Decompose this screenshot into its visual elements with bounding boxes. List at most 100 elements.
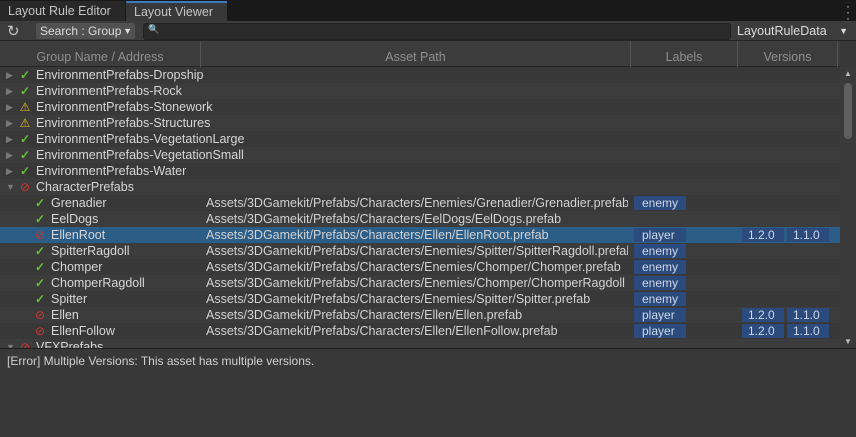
tree-row[interactable]: ✓ ChomperRagdoll Assets/3DGamekit/Prefabs/…: [0, 275, 840, 291]
tree-row[interactable]: ⊘ Ellen Assets/3DGamekit/Prefabs/Character…: [0, 307, 840, 323]
column-asset-path[interactable]: Asset Path: [201, 41, 631, 67]
expand-right-icon[interactable]: ▶: [6, 147, 13, 163]
tab-layout-viewer[interactable]: Layout Viewer: [126, 1, 227, 21]
status-err-icon: ⊘: [19, 340, 31, 348]
chevron-down-icon: ▼: [839, 26, 848, 36]
tree-row[interactable]: ▼ ⊘ VFXPrefabs: [0, 339, 840, 348]
tree-row[interactable]: ▶ ✓ EnvironmentPrefabs-VegetationSmall: [0, 147, 840, 163]
asset-path: Assets/3DGamekit/Prefabs/Characters/EelD…: [206, 212, 562, 226]
row-name: Chomper: [51, 260, 103, 274]
status-ok-icon: ✓: [19, 68, 31, 82]
label-badge: player: [634, 324, 686, 338]
search-mode-dropdown[interactable]: Search : Group ▼: [36, 23, 135, 39]
tree-row[interactable]: ✓ Spitter Assets/3DGamekit/Prefabs/Charact…: [0, 291, 840, 307]
scroll-down-icon[interactable]: ▼: [844, 337, 852, 346]
label-badge: enemy: [634, 244, 686, 258]
label-badge: player: [634, 308, 686, 322]
column-group-name[interactable]: Group Name / Address: [0, 41, 201, 67]
tree-row[interactable]: ✓ Grenadier Assets/3DGamekit/Prefabs/Chara…: [0, 195, 840, 211]
asset-path: Assets/3DGamekit/Prefabs/Characters/Elle…: [206, 228, 549, 242]
row-name: ChomperRagdoll: [51, 276, 145, 290]
asset-path: Assets/3DGamekit/Prefabs/Characters/Enem…: [206, 244, 628, 258]
expand-right-icon[interactable]: ▶: [6, 67, 13, 83]
row-name: EllenFollow: [51, 324, 115, 338]
scroll-up-icon[interactable]: ▲: [844, 69, 852, 78]
refresh-icon[interactable]: ↻: [7, 22, 20, 40]
label-badge: player: [634, 228, 686, 242]
version-badge: 1.1.0: [787, 308, 829, 322]
status-ok-icon: ✓: [34, 260, 46, 274]
tree-row[interactable]: ✓ SpitterRagdoll Assets/3DGamekit/Prefabs/…: [0, 243, 840, 259]
search-input[interactable]: 🔍: [143, 23, 731, 40]
expand-down-icon[interactable]: ▼: [6, 339, 15, 348]
column-versions[interactable]: Versions: [738, 41, 838, 67]
version-badge: 1.1.0: [787, 324, 829, 338]
tree-row[interactable]: ▼ ⊘ CharacterPrefabs: [0, 179, 840, 195]
version-badge: 1.1.0: [787, 228, 829, 242]
expand-right-icon[interactable]: ▶: [6, 115, 13, 131]
row-name: VFXPrefabs: [36, 340, 104, 348]
status-ok-icon: ✓: [19, 148, 31, 162]
label-badge: enemy: [634, 260, 686, 274]
tree-row[interactable]: ▶ ✓ EnvironmentPrefabs-Water: [0, 163, 840, 179]
tab-layout-rule-editor[interactable]: Layout Rule Editor: [0, 1, 125, 21]
status-ok-icon: ✓: [19, 164, 31, 178]
version-badge: 1.2.0: [742, 228, 784, 242]
row-name: EelDogs: [51, 212, 99, 226]
more-menu-icon[interactable]: · · ·: [846, 0, 850, 24]
row-name: SpitterRagdoll: [51, 244, 130, 258]
expand-right-icon[interactable]: ▶: [6, 99, 13, 115]
status-err-icon: ⊘: [19, 180, 31, 194]
label-badge: enemy: [634, 292, 686, 306]
row-name: EnvironmentPrefabs-VegetationSmall: [36, 148, 244, 162]
tree-row[interactable]: ▶ ✓ EnvironmentPrefabs-Dropship: [0, 67, 840, 83]
status-ok-icon: ✓: [19, 84, 31, 98]
asset-path: Assets/3DGamekit/Prefabs/Characters/Enem…: [206, 292, 591, 306]
status-err-icon: ⊘: [34, 324, 46, 338]
data-source-label: LayoutRuleData: [737, 24, 827, 38]
status-warn-icon: ⚠: [19, 116, 31, 130]
status-ok-icon: ✓: [34, 212, 46, 226]
data-source-dropdown[interactable]: LayoutRuleData ▼: [735, 22, 856, 40]
tree-row[interactable]: ▶ ⚠ EnvironmentPrefabs-Structures: [0, 115, 840, 131]
row-name: CharacterPrefabs: [36, 180, 134, 194]
tree-row[interactable]: ⊘ EllenFollow Assets/3DGamekit/Prefabs/Cha…: [0, 323, 840, 339]
asset-path: Assets/3DGamekit/Prefabs/Characters/Enem…: [206, 260, 621, 274]
tree-row[interactable]: ✓ Chomper Assets/3DGamekit/Prefabs/Charact…: [0, 259, 840, 275]
row-name: Spitter: [51, 292, 88, 306]
status-ok-icon: ✓: [34, 276, 46, 290]
expand-right-icon[interactable]: ▶: [6, 163, 13, 179]
column-header: Group Name / Address Asset Path Labels V…: [0, 41, 840, 67]
status-err-icon: ⊘: [34, 308, 46, 322]
asset-path: Assets/3DGamekit/Prefabs/Characters/Enem…: [206, 196, 628, 210]
status-ok-icon: ✓: [34, 196, 46, 210]
row-name: EnvironmentPrefabs-Stonework: [36, 100, 213, 114]
label-badge: enemy: [634, 276, 686, 290]
column-labels[interactable]: Labels: [631, 41, 738, 67]
row-name: Grenadier: [51, 196, 107, 210]
scrollbar[interactable]: ▲ ▼: [840, 67, 856, 348]
version-badge: 1.2.0: [742, 324, 784, 338]
tree-row[interactable]: ▶ ✓ EnvironmentPrefabs-VegetationLarge: [0, 131, 840, 147]
expand-down-icon[interactable]: ▼: [6, 179, 15, 195]
scrollbar-thumb[interactable]: [844, 83, 852, 139]
status-err-icon: ⊘: [34, 228, 46, 242]
status-ok-icon: ✓: [34, 244, 46, 258]
tree-row[interactable]: ✓ EelDogs Assets/3DGamekit/Prefabs/Charact…: [0, 211, 840, 227]
asset-path: Assets/3DGamekit/Prefabs/Characters/Elle…: [206, 308, 523, 322]
row-name: EllenRoot: [51, 228, 106, 242]
error-message: [Error] Multiple Versions: This asset ha…: [7, 354, 315, 368]
tree-row[interactable]: ▶ ✓ EnvironmentPrefabs-Rock: [0, 83, 840, 99]
asset-path: Assets/3DGamekit/Prefabs/Characters/Enem…: [206, 276, 625, 290]
version-badge: 1.2.0: [742, 308, 784, 322]
label-badge: enemy: [634, 196, 686, 210]
expand-right-icon[interactable]: ▶: [6, 83, 13, 99]
tree-row[interactable]: ⊘ EllenRoot Assets/3DGamekit/Prefabs/Chara…: [0, 227, 840, 243]
search-icon: 🔍: [148, 24, 160, 34]
expand-right-icon[interactable]: ▶: [6, 131, 13, 147]
tree-row[interactable]: ▶ ⚠ EnvironmentPrefabs-Stonework: [0, 99, 840, 115]
row-name: EnvironmentPrefabs-VegetationLarge: [36, 132, 245, 146]
status-ok-icon: ✓: [34, 292, 46, 306]
row-name: EnvironmentPrefabs-Dropship: [36, 68, 204, 82]
row-name: Ellen: [51, 308, 79, 322]
